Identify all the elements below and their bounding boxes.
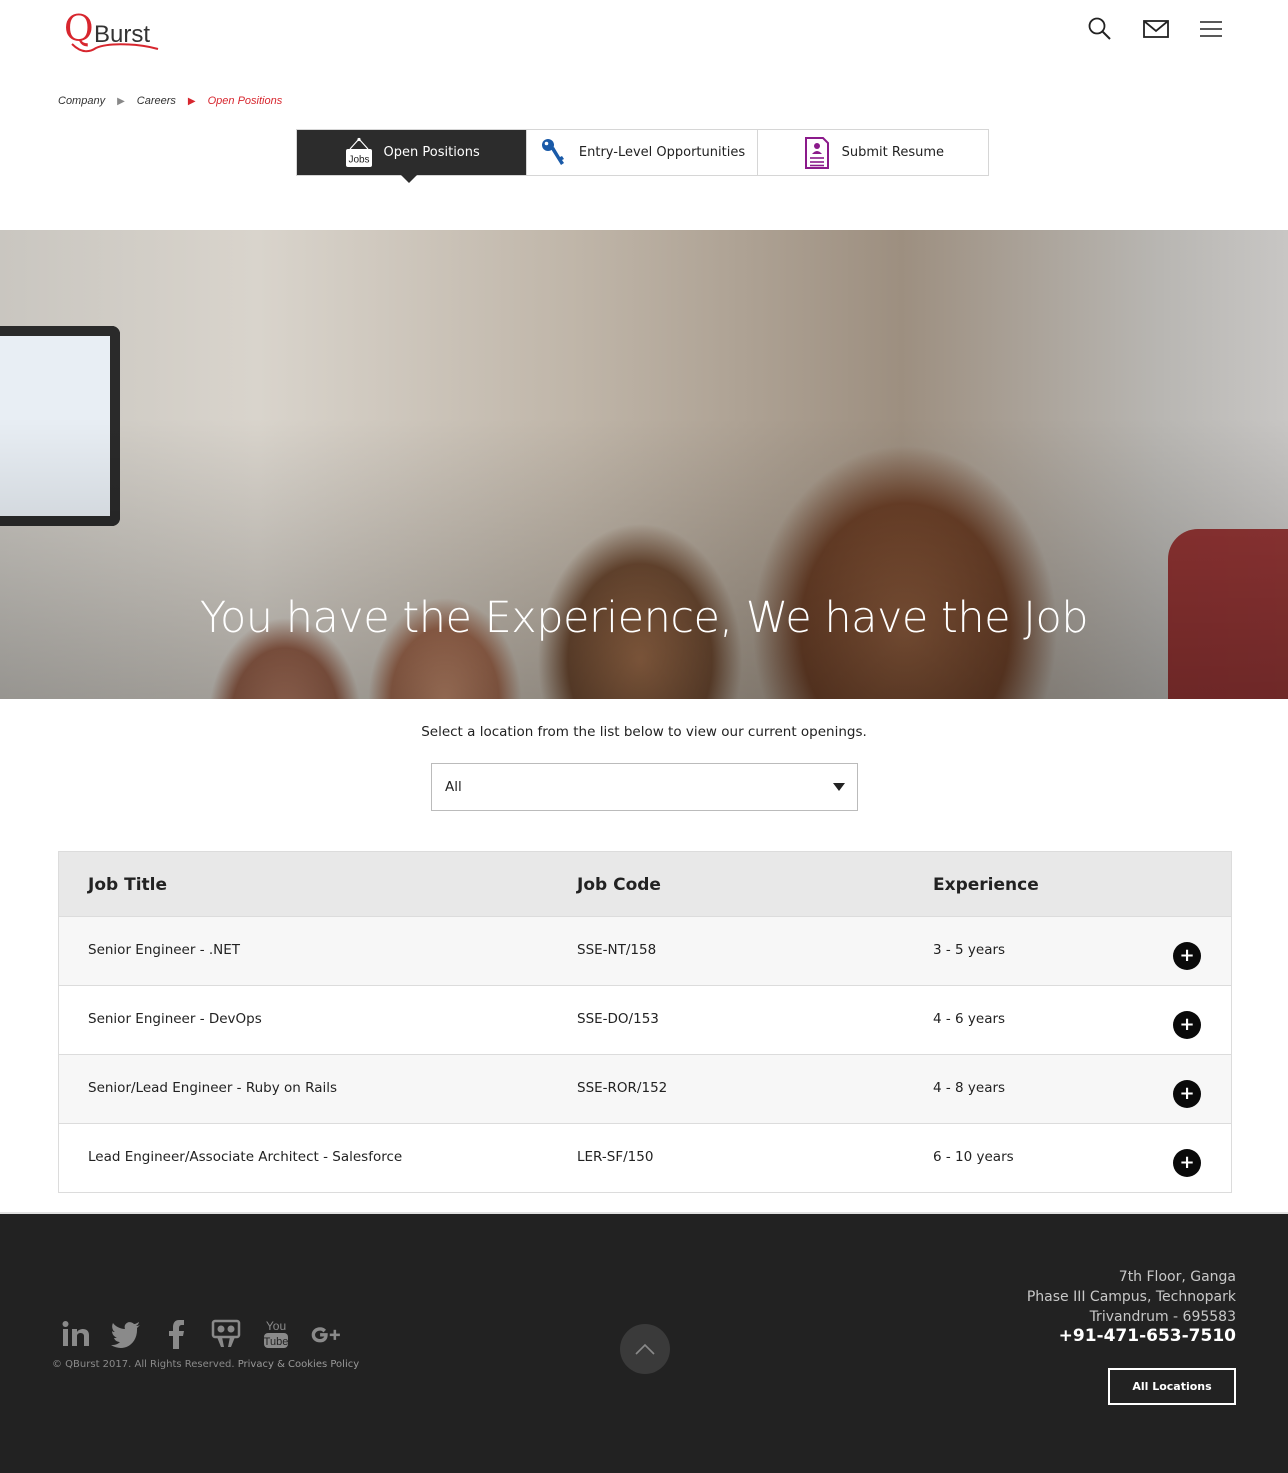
jobs-table-header: Job Title Job Code Experience [59, 852, 1231, 917]
key-icon [539, 136, 569, 170]
qburst-logo[interactable]: Q Burst [64, 10, 164, 54]
breadcrumb: Company ▶ Careers ▶ Open Positions [58, 92, 282, 110]
chevron-up-icon [635, 1343, 655, 1355]
google-plus-icon[interactable] [310, 1318, 342, 1350]
job-code: SSE-DO/153 [577, 1011, 659, 1027]
svg-text:You: You [266, 1319, 286, 1333]
expand-plus-icon[interactable]: + [1173, 1080, 1201, 1108]
table-row[interactable]: Senior/Lead Engineer - Ruby on Rails SSE… [59, 1055, 1231, 1124]
job-experience: 4 - 8 years [933, 1080, 1006, 1096]
breadcrumb-separator-icon: ▶ [117, 95, 125, 107]
slideshare-icon[interactable] [210, 1318, 242, 1350]
header-job-title: Job Title [88, 875, 167, 895]
job-title: Lead Engineer/Associate Architect - Sale… [88, 1149, 403, 1165]
social-links: You Tube [60, 1318, 342, 1350]
all-locations-button[interactable]: All Locations [1108, 1368, 1236, 1405]
copyright: © QBurst 2017. All Rights Reserved. Priv… [52, 1359, 359, 1370]
phone-number[interactable]: +91-471-653-7510 [1059, 1326, 1236, 1346]
tab-label: Entry-Level Opportunities [578, 145, 746, 160]
job-experience: 4 - 6 years [933, 1011, 1006, 1027]
logo-swoosh-icon [71, 43, 159, 53]
linkedin-icon[interactable] [60, 1318, 92, 1350]
scroll-to-top-button[interactable] [620, 1324, 670, 1374]
header-job-code: Job Code [577, 875, 661, 895]
expand-plus-icon[interactable]: + [1173, 1011, 1201, 1039]
facebook-icon[interactable] [160, 1318, 192, 1350]
job-code: SSE-ROR/152 [577, 1080, 668, 1096]
location-select-value: All [445, 779, 462, 795]
expand-plus-icon[interactable]: + [1173, 1149, 1201, 1177]
table-row[interactable]: Senior Engineer - .NET SSE-NT/158 3 - 5 … [59, 917, 1231, 986]
header-experience: Experience [933, 875, 1039, 895]
jobs-table: Job Title Job Code Experience Senior Eng… [58, 851, 1232, 1193]
twitter-icon[interactable] [110, 1318, 142, 1350]
breadcrumb-separator-icon: ▶ [187, 95, 196, 107]
menu-icon[interactable] [1198, 16, 1226, 44]
table-row[interactable]: Lead Engineer/Associate Architect - Sale… [59, 1124, 1231, 1193]
job-title: Senior Engineer - DevOps [88, 1011, 262, 1027]
expand-plus-icon[interactable]: + [1173, 942, 1201, 970]
jobs-sign-icon: Jobs [344, 136, 374, 170]
hero-banner: You have the Experience, We have the Job [0, 230, 1288, 699]
office-address: 7th Floor, Ganga Phase III Campus, Techn… [1027, 1267, 1236, 1327]
hero-title: You have the Experience, We have the Job [199, 593, 1089, 643]
dropdown-arrow-icon [833, 783, 845, 791]
breadcrumb-open-positions: Open Positions [207, 95, 283, 107]
copyright-text: © QBurst 2017. All Rights Reserved. [52, 1359, 235, 1370]
search-icon[interactable] [1087, 16, 1115, 44]
privacy-link[interactable]: Privacy & Cookies Policy [238, 1359, 359, 1370]
job-code: SSE-NT/158 [577, 942, 657, 958]
youtube-icon[interactable]: You Tube [260, 1318, 292, 1350]
address-line: Phase III Campus, Technopark [1026, 1289, 1236, 1305]
job-title: Senior/Lead Engineer - Ruby on Rails [88, 1080, 338, 1096]
tab-entry-level[interactable]: Entry-Level Opportunities [527, 130, 758, 175]
breadcrumb-company[interactable]: Company [58, 95, 105, 107]
job-code: LER-SF/150 [577, 1149, 654, 1165]
table-row[interactable]: Senior Engineer - DevOps SSE-DO/153 4 - … [59, 986, 1231, 1055]
job-experience: 3 - 5 years [933, 942, 1006, 958]
mail-icon[interactable] [1142, 16, 1170, 44]
tab-open-positions[interactable]: Jobs Open Positions [297, 130, 528, 183]
address-line: 7th Floor, Ganga [1118, 1269, 1236, 1285]
site-footer: You Tube © QBurst 2017. All Rights Reserv… [0, 1212, 1288, 1473]
svg-text:Tube: Tube [264, 1336, 289, 1348]
tab-label: Submit Resume [841, 145, 944, 160]
job-experience: 6 - 10 years [933, 1149, 1014, 1165]
career-tabs: Jobs Open Positions Entry-Level Opportun… [296, 129, 989, 183]
resume-icon [802, 136, 832, 170]
location-prompt: Select a location from the list below to… [421, 724, 867, 740]
tab-label: Open Positions [383, 145, 480, 160]
breadcrumb-careers[interactable]: Careers [137, 95, 176, 107]
tab-submit-resume[interactable]: Submit Resume [757, 130, 988, 175]
location-select[interactable]: All [431, 763, 858, 811]
jobs-sign-text: Jobs [348, 154, 369, 165]
job-title: Senior Engineer - .NET [88, 942, 241, 958]
site-header: Q Burst [0, 0, 1288, 80]
address-line: Trivandrum - 695583 [1089, 1309, 1236, 1325]
